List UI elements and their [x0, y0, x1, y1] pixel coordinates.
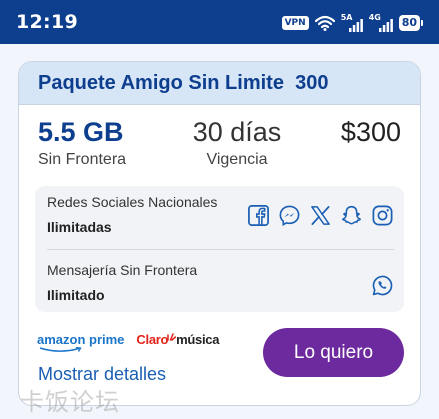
social-icons: [247, 204, 394, 227]
claro-musica-logo: Claro música: [136, 332, 219, 347]
price-stat: $300: [341, 117, 401, 148]
battery-tip: [421, 20, 423, 26]
validity-stat: 30 días Vigencia: [187, 117, 287, 169]
benefit-value: Ilimitado: [47, 287, 105, 303]
plan-title: Paquete Amigo Sin Limite 300: [38, 72, 329, 94]
validity-value: 30 días: [192, 117, 282, 147]
signal-2: 4G: [369, 14, 393, 32]
lo-quiero-button[interactable]: Lo quiero: [263, 328, 404, 377]
claro-text: Claro: [136, 332, 169, 347]
partner-logos: amazon prime Claro música: [37, 332, 219, 352]
benefit-label: Mensajería Sin Frontera: [47, 262, 198, 278]
data-label: Sin Frontera: [38, 151, 127, 168]
status-icons: VPN 5A 4G 80: [281, 13, 423, 33]
messenger-icon: [279, 205, 300, 226]
vpn-icon: VPN: [281, 16, 309, 30]
amazon-smile-icon: [39, 347, 82, 352]
x-icon: [311, 206, 330, 225]
validity-label: Vigencia: [206, 151, 268, 168]
amazon-prime-text: amazon prime: [37, 332, 125, 347]
signal-icon: [348, 19, 363, 32]
snapchat-icon: [342, 205, 361, 225]
whatsapp-icon: [372, 275, 393, 296]
benefits-box: Redes Sociales Nacionales Ilimitadas Men…: [35, 186, 404, 312]
benefit-row-social: Redes Sociales Nacionales Ilimitadas: [47, 194, 394, 250]
data-amount: 5.5 GB: [38, 117, 124, 147]
battery-level: 80: [398, 15, 420, 31]
signal-1: 5A: [341, 14, 363, 32]
claro-rays-icon: [167, 333, 177, 341]
wifi-icon: [314, 15, 335, 31]
musica-text: música: [176, 332, 220, 347]
amazon-prime-logo: amazon prime: [37, 332, 125, 352]
signal-icon: [378, 19, 393, 32]
benefit-row-messaging: Mensajería Sin Frontera Ilimitado: [47, 262, 394, 306]
data-stat: 5.5 GB Sin Frontera: [38, 117, 126, 169]
price-value: $300: [340, 117, 401, 147]
plan-stats: 5.5 GB Sin Frontera 30 días Vigencia $30…: [19, 105, 420, 181]
plan-card-header: Paquete Amigo Sin Limite 300: [19, 62, 420, 105]
instagram-icon: [372, 205, 393, 226]
status-time: 12:19: [16, 11, 78, 33]
watermark: 卡饭论坛: [20, 388, 120, 416]
facebook-icon: [248, 205, 269, 226]
plan-card: Paquete Amigo Sin Limite 300 5.5 GB Sin …: [18, 61, 421, 406]
messaging-icons: [371, 274, 394, 297]
status-bar: 12:19 VPN 5A 4G 80: [0, 0, 439, 44]
battery-icon: 80: [398, 15, 423, 31]
